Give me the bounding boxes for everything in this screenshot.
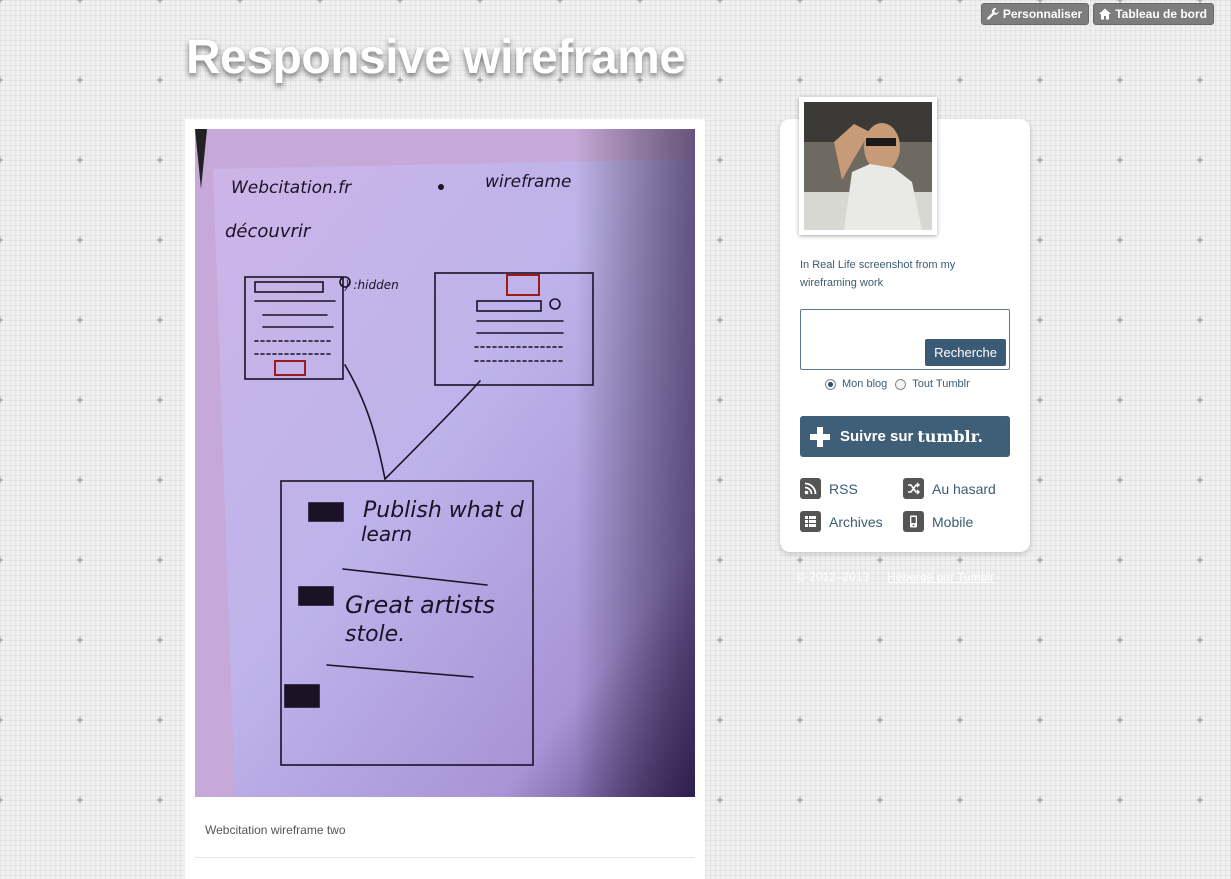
mobile-link[interactable]: Mobile bbox=[903, 511, 973, 532]
mobile-label: Mobile bbox=[932, 513, 974, 530]
mobile-phone-icon bbox=[903, 511, 924, 532]
wrench-icon bbox=[986, 7, 1000, 21]
svg-text:Great artists: Great artists bbox=[345, 591, 495, 619]
powered-by-tumblr-link[interactable]: Hébergé par Tumblr bbox=[887, 570, 994, 584]
blog-description: In Real Life screenshot from my wirefram… bbox=[800, 259, 956, 289]
customize-button[interactable]: Personnaliser bbox=[980, 3, 1090, 25]
svg-text:learn: learn bbox=[361, 522, 412, 546]
post-divider bbox=[195, 857, 695, 858]
home-icon bbox=[1098, 7, 1112, 21]
svg-text:wireframe: wireframe bbox=[485, 172, 572, 192]
post-caption: Webcitation wireframe two bbox=[205, 823, 346, 837]
footer: © 2012–2013 Hébergé par Tumblr bbox=[797, 570, 994, 584]
svg-text:Publish what d: Publish what d bbox=[363, 498, 525, 523]
svg-text:) :hidden: ) :hidden bbox=[344, 278, 399, 292]
follow-label: Suivre sur bbox=[840, 428, 914, 445]
svg-text:Webcitation.fr: Webcitation.fr bbox=[231, 178, 352, 198]
all-tumblr-label: Tout Tumblr bbox=[912, 378, 970, 390]
scope-option-my-blog[interactable]: Mon blog bbox=[825, 378, 887, 390]
customize-label: Personnaliser bbox=[1002, 7, 1083, 21]
dashboard-label: Tableau de bord bbox=[1115, 7, 1207, 21]
svg-text:stole.: stole. bbox=[345, 622, 405, 647]
archives-link[interactable]: Archives bbox=[800, 511, 883, 532]
svg-text:découvrir: découvrir bbox=[225, 221, 312, 242]
avatar[interactable] bbox=[799, 97, 937, 235]
rss-label: RSS bbox=[829, 480, 858, 497]
random-label: Au hasard bbox=[932, 480, 996, 497]
scope-option-all-tumblr[interactable]: Tout Tumblr bbox=[895, 378, 970, 390]
plus-icon bbox=[810, 426, 830, 447]
wireframe-sketch-image: Webcitation.fr wireframe découvrir ) :hi… bbox=[195, 129, 695, 797]
search-form: Recherche bbox=[800, 309, 1010, 370]
search-scope: Mon blog Tout Tumblr bbox=[825, 378, 970, 390]
random-link[interactable]: Au hasard bbox=[903, 478, 996, 499]
search-input[interactable] bbox=[805, 314, 919, 364]
archives-label: Archives bbox=[829, 513, 883, 530]
my-blog-label: Mon blog bbox=[842, 378, 888, 390]
archive-grid-icon bbox=[800, 511, 821, 532]
dashboard-button[interactable]: Tableau de bord bbox=[1093, 3, 1214, 25]
avatar-photo bbox=[804, 102, 932, 230]
rss-icon bbox=[800, 478, 821, 499]
my-blog-radio[interactable] bbox=[825, 378, 836, 390]
photo-post: Webcitation.fr wireframe découvrir ) :hi… bbox=[185, 119, 705, 879]
tumblr-controls: Personnaliser Tableau de bord bbox=[980, 3, 1214, 25]
shuffle-icon bbox=[903, 478, 924, 499]
blog-title[interactable]: Responsive wireframe bbox=[186, 30, 686, 85]
search-button[interactable]: Recherche bbox=[925, 339, 1006, 366]
tumblr-wordmark: tumblr. bbox=[917, 427, 984, 446]
rss-link[interactable]: RSS bbox=[800, 478, 858, 499]
post-photo[interactable]: Webcitation.fr wireframe découvrir ) :hi… bbox=[195, 129, 695, 797]
copyright-text: © 2012–2013 bbox=[797, 570, 870, 584]
all-tumblr-radio[interactable] bbox=[895, 378, 907, 390]
follow-on-tumblr-button[interactable]: Suivre sur tumblr. bbox=[800, 416, 1010, 457]
